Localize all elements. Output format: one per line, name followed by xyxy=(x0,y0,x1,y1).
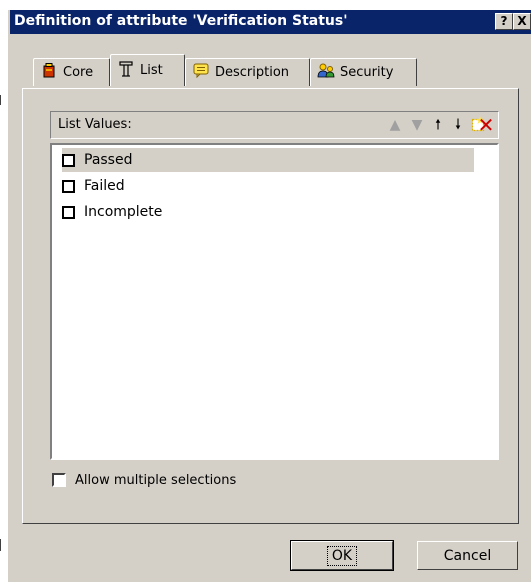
allow-multiple-checkbox[interactable] xyxy=(52,473,66,487)
move-up-icon[interactable]: 🠕 xyxy=(430,116,446,134)
delete-item-icon[interactable]: ✕ xyxy=(474,115,498,135)
tab-list-label: List xyxy=(140,63,163,78)
move-down-icon[interactable]: 🠗 xyxy=(450,116,466,134)
list-item[interactable]: Passed xyxy=(62,148,474,172)
allow-multiple-option[interactable]: Allow multiple selections xyxy=(52,470,236,490)
tab-description[interactable]: Description xyxy=(185,58,310,86)
list-item-label: Passed xyxy=(84,152,133,168)
ok-button-label: OK xyxy=(326,545,358,566)
list-item-checkbox[interactable] xyxy=(62,205,75,219)
background-edge xyxy=(0,539,1,551)
security-icon xyxy=(317,63,335,82)
tab-security[interactable]: Security xyxy=(310,58,417,86)
cancel-button[interactable]: Cancel xyxy=(417,541,518,570)
list-item-label: Incomplete xyxy=(84,204,163,220)
allow-multiple-label: Allow multiple selections xyxy=(75,472,237,488)
move-top-icon[interactable]: ▲ xyxy=(387,116,403,134)
description-icon xyxy=(192,63,210,82)
move-bottom-icon[interactable]: ▼ xyxy=(409,116,425,134)
tab-core[interactable]: Core xyxy=(33,58,110,86)
list-icon xyxy=(117,60,135,81)
list-item[interactable]: Incomplete xyxy=(62,200,162,224)
dialog-title: Definition of attribute 'Verification St… xyxy=(14,13,348,29)
title-bar[interactable]: Definition of attribute 'Verification St… xyxy=(10,10,531,34)
list-item-checkbox[interactable] xyxy=(62,179,75,193)
list-item[interactable]: Failed xyxy=(62,174,125,198)
list-values-label: List Values: xyxy=(58,117,132,132)
ok-button[interactable]: OK xyxy=(290,540,394,571)
cancel-button-label: Cancel xyxy=(443,547,492,564)
tab-core-label: Core xyxy=(63,65,94,80)
list-values-header: List Values: ▲ ▼ 🠕 🠗 ✕ xyxy=(50,111,499,139)
tab-list[interactable]: List xyxy=(110,54,185,86)
list-values-box[interactable]: Passed Failed Incomplete xyxy=(50,143,499,460)
close-button[interactable]: X xyxy=(513,13,531,30)
list-item-label: Failed xyxy=(84,178,125,194)
background-edge xyxy=(0,95,1,105)
tab-security-label: Security xyxy=(340,65,394,80)
tab-description-label: Description xyxy=(215,65,290,80)
list-item-checkbox[interactable] xyxy=(62,153,75,167)
help-button[interactable]: ? xyxy=(495,13,513,30)
core-icon xyxy=(40,63,58,82)
